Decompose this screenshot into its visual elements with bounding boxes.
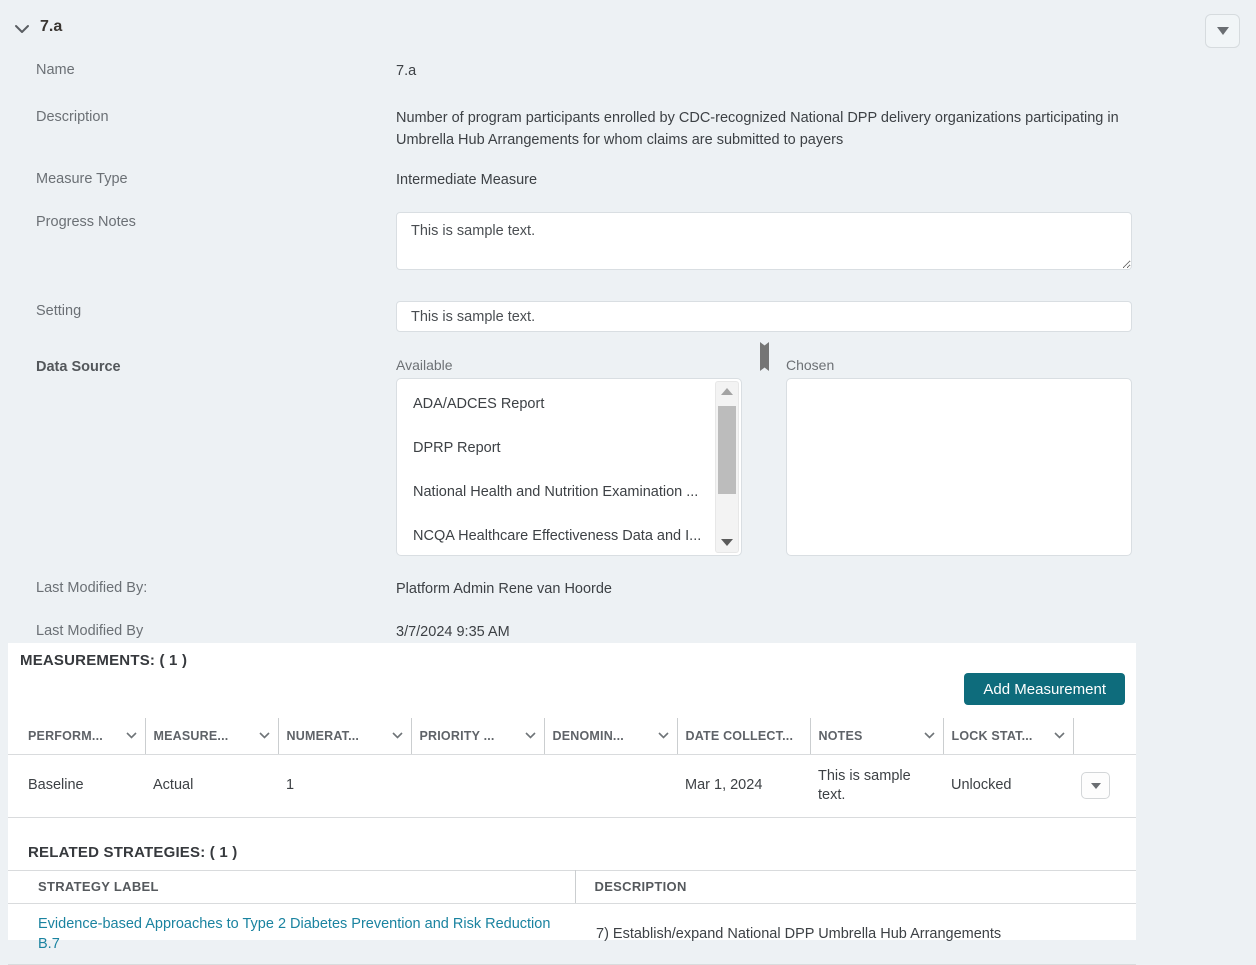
description-value: Number of program participants enrolled … [396,107,1132,151]
table-header-row: PERFORM... MEASURE... NUMERAT... PRIORIT… [8,718,1136,754]
column-header-strategy-label: STRATEGY LABEL [8,870,575,903]
chosen-label: Chosen [786,357,1132,373]
chosen-listbox[interactable] [786,378,1132,556]
row-actions-button[interactable] [1081,772,1110,799]
last-modified-date-value: 3/7/2024 9:35 AM [396,621,1132,643]
caret-down-icon [1217,27,1229,35]
cell-lock-status: Unlocked [943,754,1073,817]
last-modified-date-label: Last Modified By [0,621,396,639]
section-header: 7.a [14,18,62,36]
chevron-down-icon [1054,732,1065,739]
table-header-row: STRATEGY LABEL DESCRIPTION [8,870,1136,903]
measure-type-label: Measure Type [0,169,396,187]
cell-numerator: 1 [278,754,411,817]
column-header-description: DESCRIPTION [575,870,1136,903]
column-header-actions [1073,718,1136,754]
chevron-down-icon [924,732,935,739]
form-row-data-source: Data Source Available ADA/ADCES Report D… [0,357,1256,556]
data-source-dual-listbox: Available ADA/ADCES Report DPRP Report N… [396,357,1132,556]
cell-denominator [544,754,677,817]
cell-priority [411,754,544,817]
progress-notes-textarea[interactable]: This is sample text. [396,212,1132,270]
column-header-measure[interactable]: MEASURE... [145,718,278,754]
measurements-title: MEASUREMENTS: ( 1 ) [8,643,1136,669]
add-measurement-button[interactable]: Add Measurement [964,673,1125,705]
setting-label: Setting [0,301,396,319]
listbox-scrollbar[interactable] [715,381,739,553]
chevron-down-icon [392,732,403,739]
column-header-performance[interactable]: PERFORM... [8,718,145,754]
cell-performance: Baseline [8,754,145,817]
form-row-setting: Setting [0,301,1256,332]
column-header-lock-status[interactable]: LOCK STAT... [943,718,1073,754]
cell-date-collected: Mar 1, 2024 [677,754,810,817]
available-label: Available [396,357,742,373]
page-title: 7.a [40,18,62,36]
column-header-notes[interactable]: NOTES [810,718,943,754]
name-label: Name [0,60,396,78]
column-header-priority[interactable]: PRIORITY ... [411,718,544,754]
strategy-description: 7) Establish/expand National DPP Umbrell… [575,903,1136,964]
chevron-down-icon [658,732,669,739]
cell-actions [1073,754,1136,817]
scrollbar-thumb[interactable] [718,406,736,494]
last-modified-by-label: Last Modified By: [0,578,396,596]
available-listbox[interactable]: ADA/ADCES Report DPRP Report National He… [396,378,742,556]
measure-detail-panel: 7.a Name 7.a Description Number of progr… [0,0,1256,947]
list-item[interactable]: ADA/ADCES Report [397,382,741,426]
scroll-down-icon[interactable] [721,539,733,546]
form-row-measure-type: Measure Type Intermediate Measure [0,169,1256,191]
measurements-panel: MEASUREMENTS: ( 1 ) Add Measurement PERF… [8,643,1136,940]
column-header-date-collected[interactable]: DATE COLLECT... [677,718,810,754]
description-label: Description [0,107,396,125]
chevron-down-icon [259,732,270,739]
setting-input[interactable] [396,301,1132,332]
last-modified-by-value: Platform Admin Rene van Hoorde [396,578,1132,600]
form-row-last-modified-date: Last Modified By 3/7/2024 9:35 AM [0,621,1256,643]
form-row-progress-notes: Progress Notes This is sample text. [0,212,1256,277]
progress-notes-label: Progress Notes [0,212,396,230]
form-row-last-modified-by: Last Modified By: Platform Admin Rene va… [0,578,1256,600]
measure-type-value: Intermediate Measure [396,169,1132,191]
table-row: Evidence-based Approaches to Type 2 Diab… [8,903,1136,964]
chevron-down-icon[interactable] [14,22,30,32]
name-value: 7.a [396,60,1132,82]
cell-measure: Actual [145,754,278,817]
form-row-name: Name 7.a [0,60,1256,82]
scroll-up-icon[interactable] [721,388,733,395]
cell-notes: This is sample text. [810,754,943,817]
measure-form: Name 7.a Description Number of program p… [0,55,1256,643]
list-item[interactable]: DPRP Report [397,426,741,470]
measurements-table: PERFORM... MEASURE... NUMERAT... PRIORIT… [8,718,1136,818]
table-row: Baseline Actual 1 Mar 1, 2024 This is sa… [8,754,1136,817]
column-header-denominator[interactable]: DENOMIN... [544,718,677,754]
related-strategies-title: RELATED STRATEGIES: ( 1 ) [8,818,1136,861]
caret-down-icon [1091,783,1101,789]
list-item[interactable]: NCQA Healthcare Effectiveness Data and I… [397,514,741,556]
form-row-description: Description Number of program participan… [0,107,1256,151]
strategy-link[interactable]: Evidence-based Approaches to Type 2 Diab… [38,916,550,952]
column-header-numerator[interactable]: NUMERAT... [278,718,411,754]
list-item[interactable]: National Health and Nutrition Examinatio… [397,470,741,514]
triangle-left-icon [760,342,769,371]
data-source-label: Data Source [0,357,396,375]
related-strategies-table: STRATEGY LABEL DESCRIPTION Evidence-base… [8,870,1136,965]
chevron-down-icon [126,732,137,739]
header-actions-button[interactable] [1205,14,1240,48]
chevron-down-icon [525,732,536,739]
